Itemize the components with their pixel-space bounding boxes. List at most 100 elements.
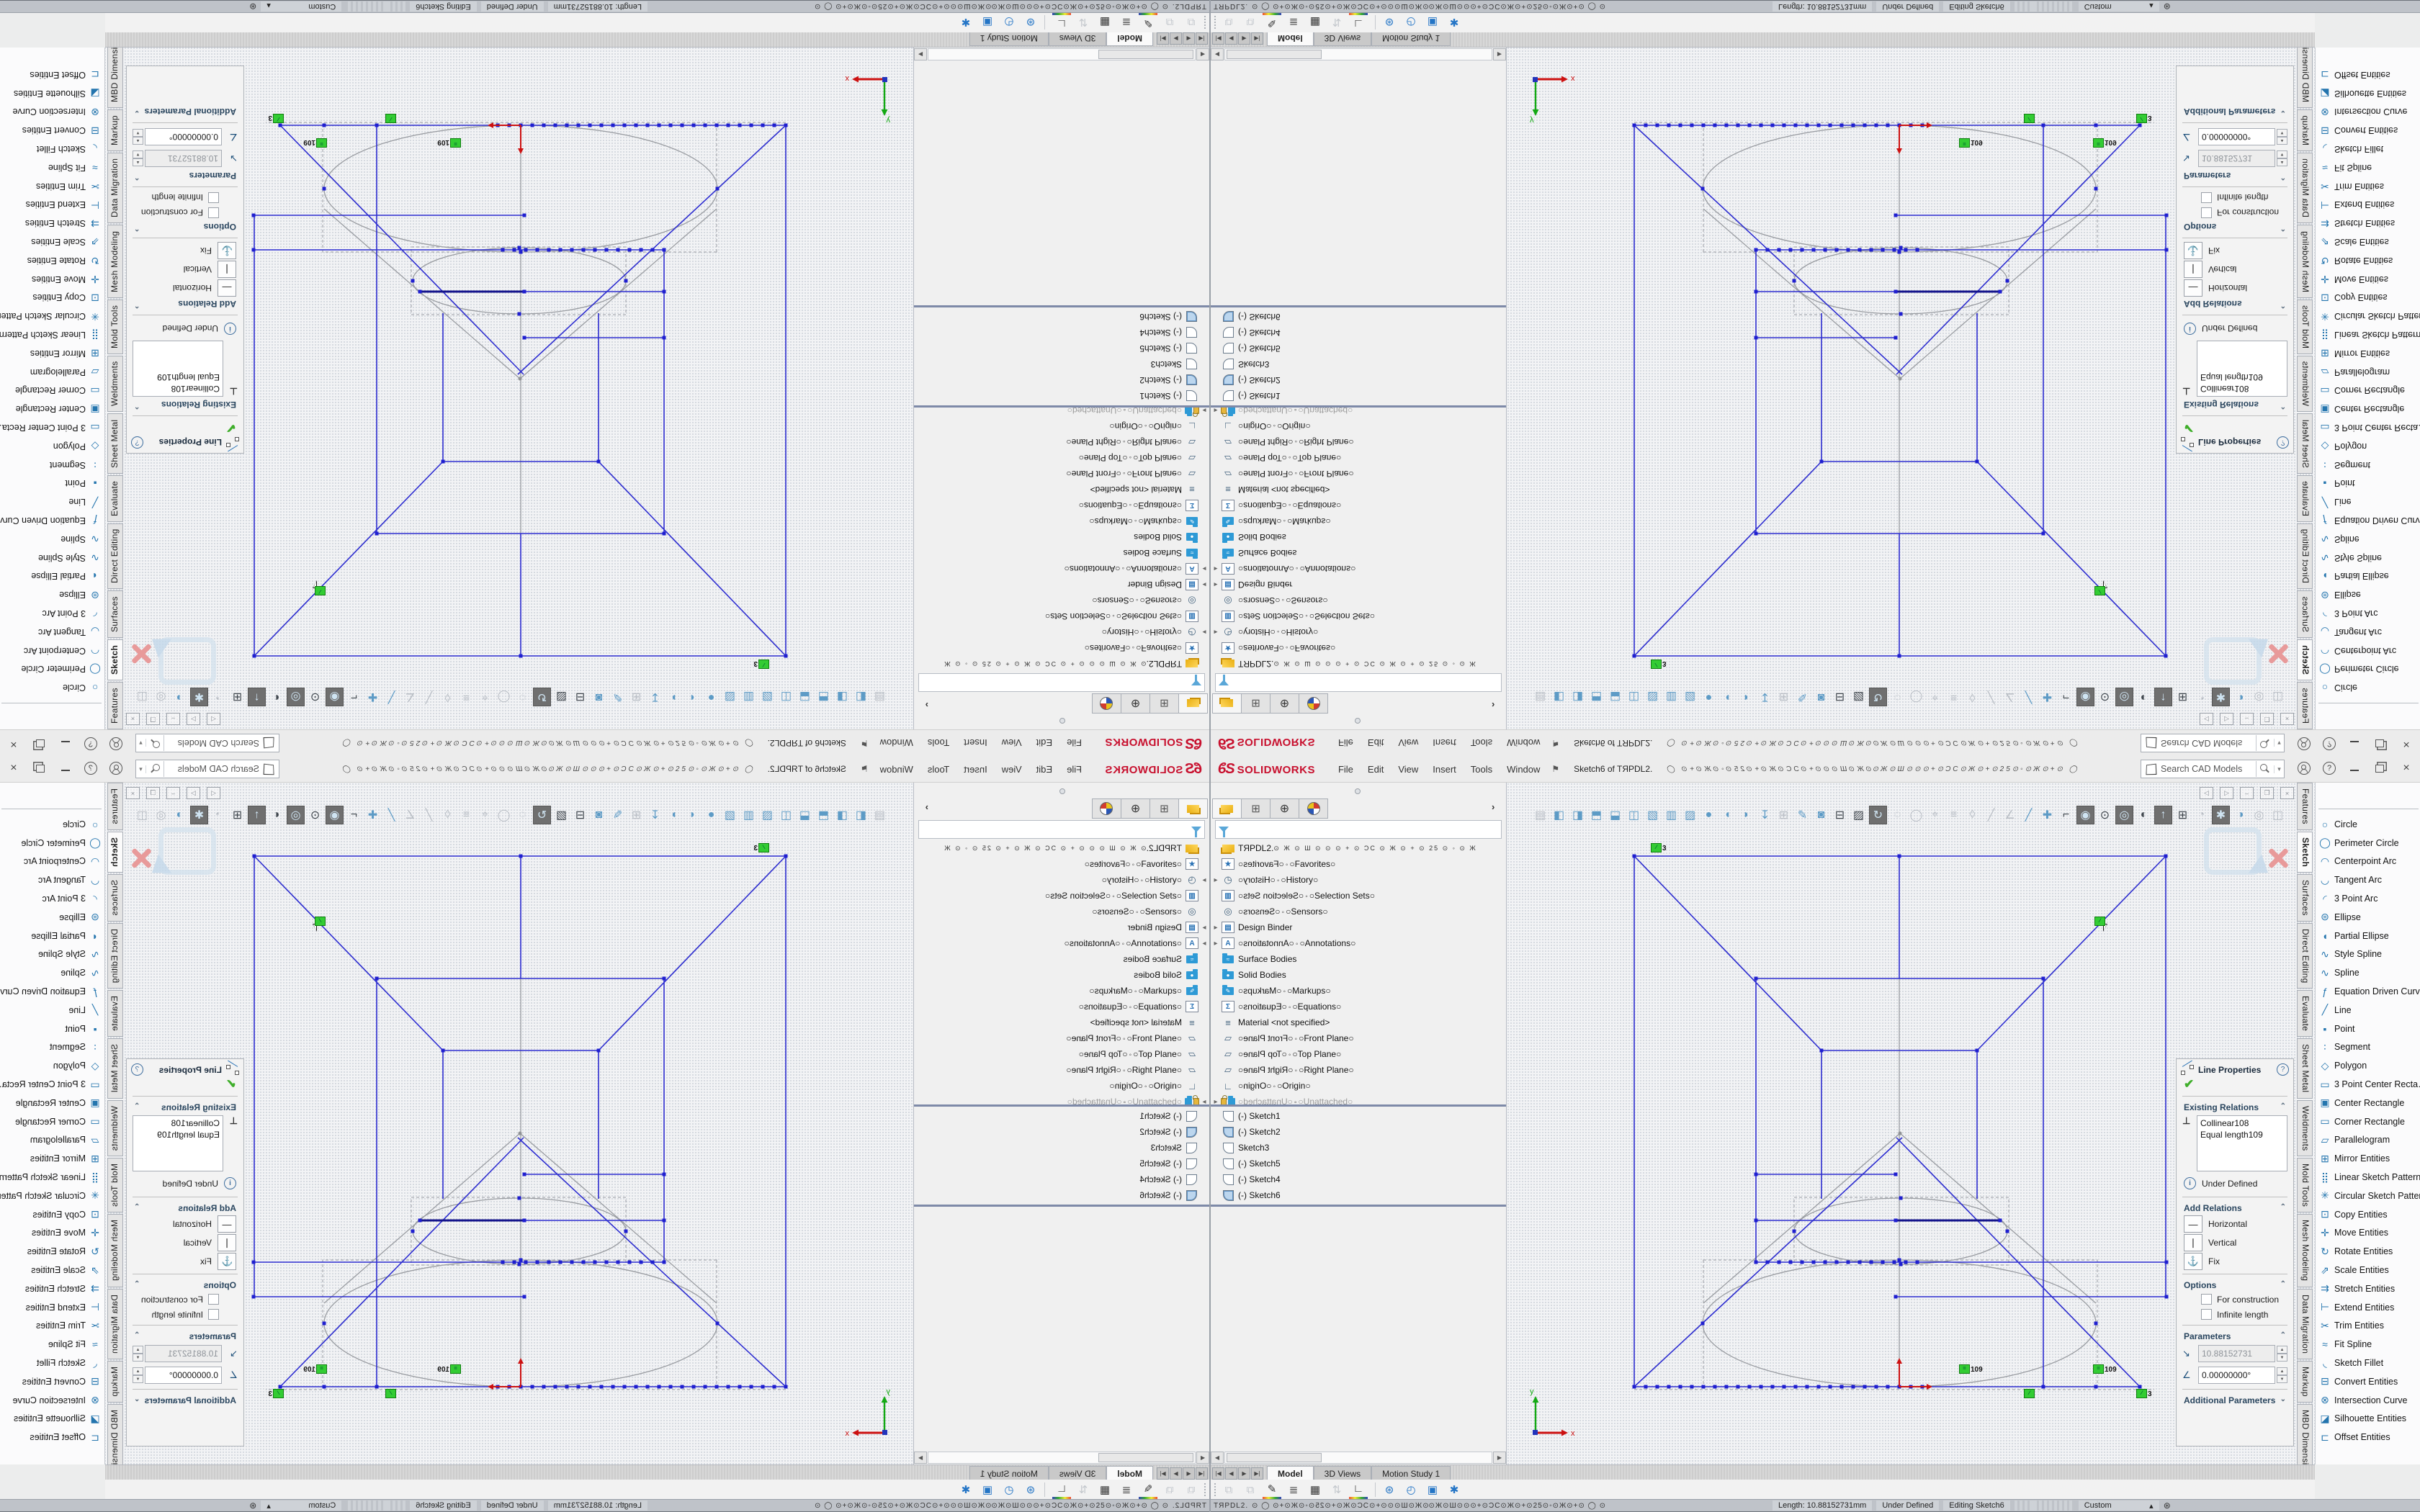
toolbar-icon[interactable]: ◯ [1908,806,1924,824]
tool-3-point-arc[interactable]: ◜3 Point Arc [2316,889,2420,908]
expand-icon[interactable]: ▸ [1199,876,1209,884]
child-window-button[interactable]: ◁ [207,713,220,725]
toolbar-icon[interactable]: ↻ [1869,806,1887,824]
toolbar-icon[interactable]: ⬓ [1607,688,1623,706]
tool-perimeter-circle[interactable]: ◯Perimeter Circle [0,834,104,852]
search-icon[interactable] [146,761,164,777]
tab-mesh-modeling[interactable]: Mesh Modeling [2297,225,2313,297]
tool-ellipse[interactable]: ⊜Ellipse [0,585,104,604]
spinner[interactable]: ▲▼ [133,150,143,166]
tool-scale-entities[interactable]: ⇗Scale Entities [0,233,104,251]
toolbar-icon[interactable]: ◉ [326,688,344,706]
spinner[interactable]: ▲▼ [133,1367,143,1383]
tab-model[interactable]: Model [1106,1466,1153,1480]
menu-file[interactable]: File [1059,736,1089,751]
menu-insert[interactable]: Insert [956,736,995,751]
toolbar-icon[interactable]: ╱ [2020,806,2037,824]
tab-data-migration[interactable]: Data Migration [107,153,123,223]
drag-handle[interactable] [1214,15,1216,30]
tree-item-sketch6[interactable]: (-) Sketch6 [914,309,1209,325]
scroll-left-icon[interactable]: ◀ [1196,1452,1209,1464]
tool-tangent-arc[interactable]: ◡Tangent Arc [0,623,104,642]
tool-trim-entities[interactable]: ✂Trim Entities [0,1317,104,1336]
tab-weldments[interactable]: Weldments [2297,1100,2313,1157]
tree-item-unattached[interactable]: ▸○Unattached○◦○Unattached○ [1211,1094,1506,1110]
expand-icon[interactable]: ▸ [1211,876,1221,884]
panel-collapse-handle[interactable] [1355,718,1361,724]
tool-copy-entities[interactable]: ⊡Copy Entities [0,288,104,307]
toolbar-icon[interactable]: ╱ [1983,806,1999,824]
expand-icon[interactable]: ▸ [1199,407,1209,415]
display-icon[interactable]: ⊛ [1021,14,1040,30]
tree-item-front-plane[interactable]: ▱○Front Plane○◦○Front Plane○ [914,1030,1209,1046]
display-icon[interactable]: ⧉ [1160,14,1179,30]
tree-item-sensors[interactable]: ◎○Sensors○◦○Sensors○ [914,904,1209,919]
toolbar-icon[interactable]: ◫ [2269,688,2286,706]
tab-sketch[interactable]: Sketch [2297,639,2313,680]
child-window-button[interactable]: – [2240,787,2254,799]
tool-partial-ellipse[interactable]: ◖Partial Ellipse [2316,927,2420,945]
tool-stretch-entities[interactable]: ⇉Stretch Entities [0,1279,104,1298]
tree-filter-input[interactable] [1215,820,1502,839]
tool-corner-rectangle[interactable]: ▭Corner Rectangle [2316,381,2420,400]
parameter-value[interactable]: 10.88152731 [145,150,222,167]
display-icon[interactable]: ▦ [1095,1482,1114,1498]
tool-corner-rectangle[interactable]: ▭Corner Rectangle [0,381,104,400]
parameter-value[interactable]: 0.00000000° [2198,128,2275,145]
option-infinite-length[interactable]: Infinite length [2177,190,2293,205]
display-icon[interactable]: ∟ [1349,1481,1368,1499]
toolbar-icon[interactable]: ⌖ [477,806,493,824]
tab-features[interactable]: Features [107,783,123,830]
toolbar-icon[interactable]: ◊ [439,688,456,706]
minimize-button[interactable] [57,736,74,752]
menu-window[interactable]: Window [1500,762,1547,777]
toolbar-icon[interactable]: ◗ [1738,688,1754,706]
toolbar-icon[interactable]: ◎ [2251,806,2267,824]
tree-item-design-binder[interactable]: ▸▤Design Binder [1211,577,1506,593]
toolbar-icon[interactable]: ◙ [1813,806,1829,824]
tree-item-design-binder[interactable]: ▸▤Design Binder [1211,919,1506,935]
child-window-button[interactable]: – [166,713,180,725]
tool-parallelogram[interactable]: ▱Parallelogram [0,363,104,382]
tree-item-design-binder[interactable]: ▸▤Design Binder [914,919,1209,935]
tool-copy-entities[interactable]: ⊡Copy Entities [2316,288,2420,307]
menu-insert[interactable]: Insert [1425,736,1464,751]
toolbar-icon[interactable]: ⊟ [572,688,588,706]
display-icon[interactable]: ✎ [1139,14,1157,32]
toolbar-icon[interactable]: ◫ [778,688,794,706]
menu-file[interactable]: File [1331,736,1361,751]
pin-icon[interactable]: ⚑ [861,764,869,774]
propertymanager-tab[interactable]: ⊞ [1150,693,1179,714]
tool-stretch-entities[interactable]: ⇉Stretch Entities [2316,214,2420,233]
toolbar-icon[interactable]: ▨ [1850,688,1867,706]
child-window-button[interactable]: ▷ [187,787,200,799]
configurationmanager-tab[interactable]: ⊕ [1121,693,1150,714]
child-window-controls[interactable]: ◁▷–❐× [2200,787,2294,799]
scroll-thumb[interactable] [1098,1453,1193,1462]
tree-item-origin[interactable]: ∟○Origin○◦○Origin○ [914,1078,1209,1094]
restore-button[interactable] [2371,760,2388,776]
child-window-button[interactable]: × [2280,787,2294,799]
tree-item-sketch3[interactable]: Sketch3 [1211,1140,1506,1156]
toolbar-icon[interactable]: ⬒ [1588,806,1605,824]
tool-line[interactable]: ╱Line [0,492,104,511]
child-window-button[interactable]: – [2240,713,2254,725]
account-icon[interactable] [2295,736,2313,752]
tree-item-sketch5[interactable]: (-) Sketch5 [914,1156,1209,1171]
menu-view[interactable]: View [1391,762,1425,777]
tool-silhouette-entities[interactable]: ◪Silhouette Entities [0,1410,104,1428]
toolbar-icon[interactable]: ▨ [722,806,738,824]
propertymanager-tab[interactable]: ⊞ [1241,693,1270,714]
tab-3d-views[interactable]: 3D Views [1314,1466,1371,1480]
toolbar-icon[interactable]: ▧ [759,688,776,706]
toolbar-icon[interactable]: ⊞ [628,806,645,824]
toolbar-icon[interactable]: ⊞ [1775,688,1792,706]
tree-item-solid-bodies[interactable]: ●Solid Bodies [914,529,1209,545]
tree-item-front-plane[interactable]: ▱○Front Plane○◦○Front Plane○ [1211,1030,1506,1046]
relation-entry[interactable]: Collinear108 [2200,383,2284,395]
toolbar-icon[interactable]: ◌ [1889,688,1906,706]
tool-centerpoint-arc[interactable]: ◠Centerpoint Arc [2316,852,2420,871]
tool-circle[interactable]: ○Circle [2316,815,2420,834]
tree-item-front-plane[interactable]: ▱○Front Plane○◦○Front Plane○ [914,466,1209,482]
tool-circular-sketch-pattern[interactable]: ✳Circular Sketch Pattern [0,1187,104,1205]
